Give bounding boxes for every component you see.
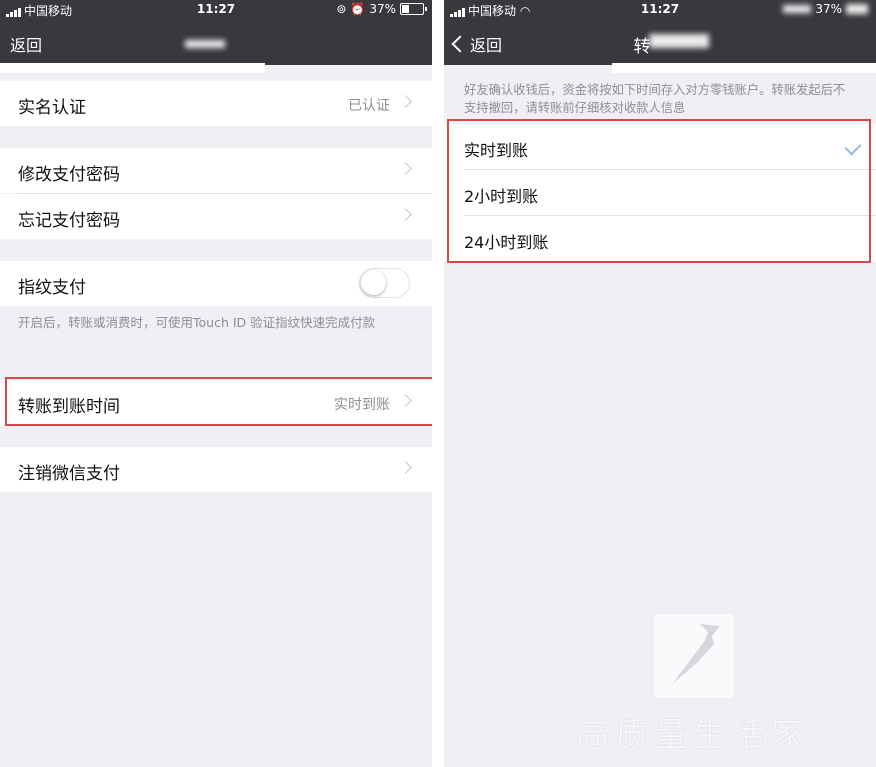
blurred-status xyxy=(783,5,812,13)
chevron-right-icon xyxy=(399,461,412,474)
highlight-box xyxy=(5,377,432,426)
blurred-title xyxy=(185,40,225,48)
blurred-strip xyxy=(612,63,876,73)
blurred-title xyxy=(649,34,709,48)
real-name-cell[interactable]: 实名认证 已认证 xyxy=(0,81,432,126)
back-label: 返回 xyxy=(10,36,43,55)
status-bar: 中国移动 ◠ 11:27 37% xyxy=(444,0,876,20)
navigation-bar: 返回 转 xyxy=(444,20,876,65)
battery-percent: 37% xyxy=(369,2,396,16)
blurred-strip xyxy=(0,63,265,73)
fingerprint-pay-label: 指纹支付 xyxy=(18,278,86,298)
blurred-battery xyxy=(846,4,868,14)
battery-percent: 37% xyxy=(815,2,842,16)
wallet-settings-screen: 中国移动 11:27 ⊚ ⏰ 37% 返回 实名认证 已认证 修改支付密码 忘记… xyxy=(0,0,432,767)
change-password-cell[interactable]: 修改支付密码 xyxy=(0,148,432,193)
change-password-label: 修改支付密码 xyxy=(18,165,120,185)
real-name-status: 已认证 xyxy=(348,98,390,114)
watermark-logo-icon xyxy=(654,614,734,698)
status-bar: 中国移动 11:27 ⊚ ⏰ 37% xyxy=(0,0,432,20)
fingerprint-footnote: 开启后，转账或消费时，可使用Touch ID 验证指纹快速完成付款 xyxy=(18,315,376,330)
cancel-wechat-pay-label: 注销微信支付 xyxy=(18,464,120,484)
chevron-right-icon xyxy=(399,162,412,175)
alarm-icon: ⏰ xyxy=(350,2,366,16)
navigation-bar: 返回 xyxy=(0,20,432,65)
forgot-password-cell[interactable]: 忘记支付密码 xyxy=(0,194,432,239)
chevron-right-icon xyxy=(399,95,412,108)
transfer-note: 好友确认收钱后，资金将按如下时间存入对方零钱账户。转账发起后不支持撤回，请转账前… xyxy=(464,83,846,115)
orientation-lock-icon: ⊚ xyxy=(336,2,347,16)
watermark: 高质量生活家 xyxy=(576,610,876,760)
battery-icon xyxy=(400,3,427,15)
forgot-password-label: 忘记支付密码 xyxy=(18,211,120,231)
back-button[interactable]: 返回 xyxy=(10,32,42,56)
cancel-wechat-pay-cell[interactable]: 注销微信支付 xyxy=(0,447,432,492)
fingerprint-toggle[interactable] xyxy=(359,268,410,298)
real-name-label: 实名认证 xyxy=(18,98,86,118)
toggle-knob xyxy=(361,270,386,295)
highlight-box xyxy=(447,119,871,263)
watermark-text: 高质量生活家 xyxy=(576,715,810,754)
chevron-right-icon xyxy=(399,208,412,221)
fingerprint-pay-cell: 指纹支付 xyxy=(0,261,432,306)
